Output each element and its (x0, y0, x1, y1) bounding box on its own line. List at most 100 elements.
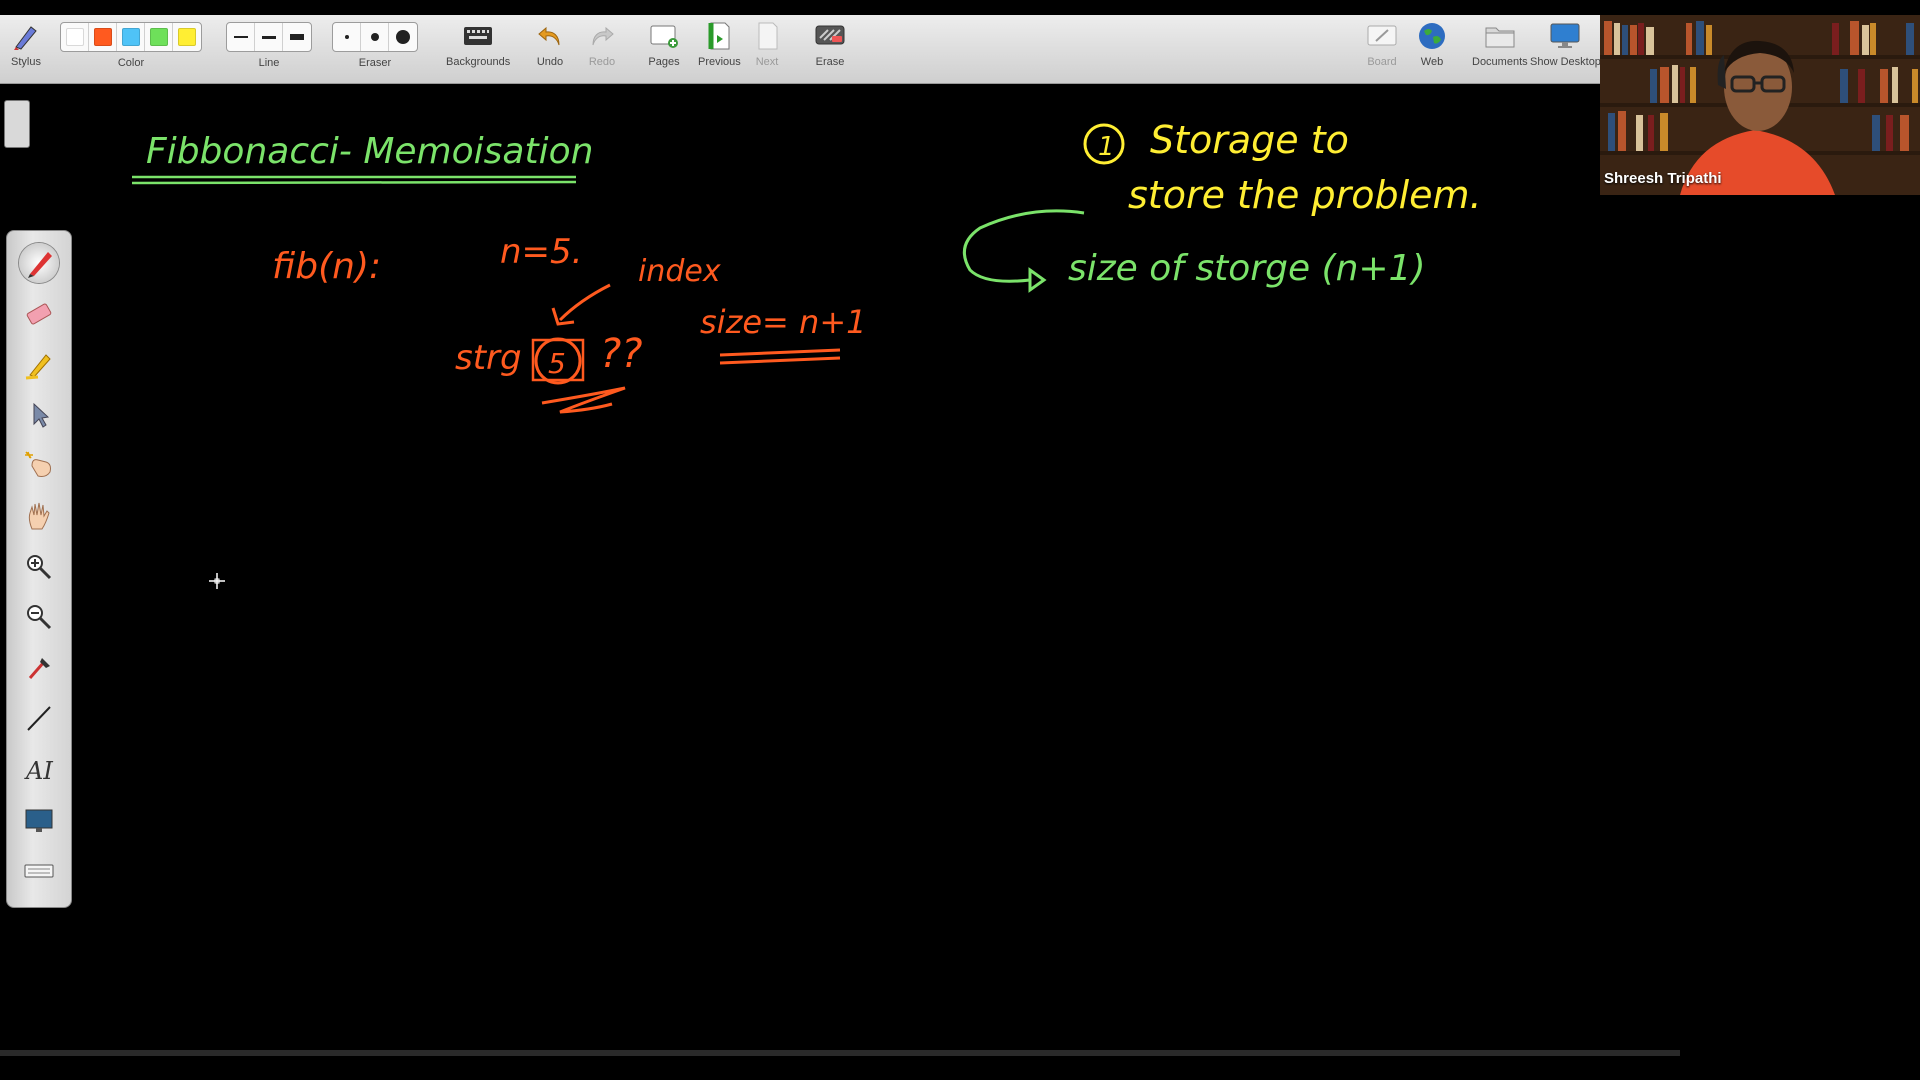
stylus-label: Stylus (11, 56, 41, 68)
zoom-in-icon (27, 555, 52, 580)
board-label: Board (1367, 56, 1397, 68)
hand-tool[interactable] (19, 496, 59, 536)
magic-hand-icon (25, 451, 51, 477)
whiteboard-canvas[interactable]: Fibbonacci- Memoisation fib(n): n=5. ind… (0, 84, 1600, 1050)
title-underline-2 (131, 180, 577, 185)
line-group: Line (226, 21, 312, 79)
show-desktop-button[interactable]: Show Desktop (1530, 21, 1601, 79)
webcam-video (1600, 15, 1920, 195)
palette-toggle-handle[interactable] (4, 100, 30, 148)
documents-label: Documents (1472, 56, 1528, 68)
board-icon (1364, 21, 1400, 51)
dropper-icon (28, 658, 50, 679)
folder-icon (1482, 21, 1518, 51)
keyboard-tool[interactable] (19, 851, 59, 891)
strg-label: strg (455, 338, 522, 378)
undo-icon (532, 21, 568, 51)
eraser-tool[interactable] (19, 293, 59, 333)
highlighter-tool[interactable] (19, 344, 59, 384)
presenter-webcam: Shreesh Tripathi (1600, 15, 1920, 195)
next-page-icon (749, 21, 785, 51)
highlighter-icon (25, 354, 51, 380)
size-underline-2 (719, 356, 841, 365)
erase-button[interactable]: Erase (812, 21, 848, 79)
previous-button[interactable]: Previous (698, 21, 741, 79)
storage-curve-arrow (962, 209, 1085, 283)
line-tool[interactable] (19, 698, 59, 738)
board-button[interactable]: Board (1364, 21, 1400, 79)
line-medium-button[interactable] (255, 23, 283, 51)
question-marks: ?? (600, 331, 642, 377)
pointer-icon (33, 402, 50, 428)
eraser-medium-button[interactable] (361, 23, 389, 51)
previous-label: Previous (698, 56, 741, 68)
color-label: Color (117, 57, 145, 69)
text-tool[interactable]: AI (19, 749, 59, 789)
pen-icon (28, 252, 52, 278)
line-thin-button[interactable] (227, 23, 255, 51)
color-green-swatch[interactable] (145, 23, 173, 51)
pen-tool[interactable] (19, 243, 59, 283)
magic-hand-tool[interactable] (19, 445, 59, 485)
redo-button[interactable]: Redo (584, 21, 620, 79)
line-thick-button[interactable] (283, 23, 311, 51)
board-title: Fibbonacci- Memoisation (146, 131, 593, 172)
color-blue-swatch[interactable] (117, 23, 145, 51)
web-button[interactable]: Web (1414, 21, 1450, 79)
stylus-tool[interactable]: Stylus (8, 21, 44, 79)
storage-line-1: Storage to (1150, 118, 1349, 162)
board-drawing: Fibbonacci- Memoisation fib(n): n=5. ind… (131, 118, 1482, 414)
erase-board-icon (812, 21, 848, 51)
board-toolbar: Stylus Color Line Eraser Backgrounds Und… (0, 15, 1601, 84)
backgrounds-button[interactable]: Backgrounds (446, 21, 510, 79)
pointer-tool[interactable] (19, 395, 59, 435)
screen-tool[interactable] (19, 801, 59, 841)
top-strip (0, 0, 1920, 15)
line-label: Line (258, 57, 280, 69)
color-white-swatch[interactable] (61, 23, 89, 51)
index-label: index (638, 254, 721, 289)
previous-page-icon (701, 21, 737, 51)
storage-arrowhead (1028, 267, 1047, 293)
eraser-label: Eraser (358, 57, 392, 69)
index-squiggle (541, 386, 626, 414)
size-of-storage: size of storge (n+1) (1068, 248, 1426, 289)
bottom-strip (0, 1056, 1920, 1080)
backgrounds-label: Backgrounds (446, 56, 511, 68)
redo-icon (584, 21, 620, 51)
stylus-icon (8, 21, 44, 51)
eraser-group: Eraser (332, 21, 418, 79)
crosshair-cursor-icon (209, 573, 225, 589)
undo-label: Undo (536, 56, 564, 68)
size-underline-1 (719, 348, 841, 357)
svg-text:AI: AI (24, 757, 53, 785)
show-desktop-label: Show Desktop (1530, 56, 1601, 68)
eraser-large-button[interactable] (389, 23, 417, 51)
step-number: 1 (1098, 132, 1115, 162)
zoom-out-tool[interactable] (19, 597, 59, 637)
color-group: Color (60, 21, 202, 79)
index-value: 5 (548, 347, 566, 380)
web-label: Web (1420, 56, 1444, 68)
documents-button[interactable]: Documents (1472, 21, 1528, 79)
undo-button[interactable]: Undo (532, 21, 568, 79)
monitor-icon (1547, 21, 1583, 51)
presenter-name: Shreesh Tripathi (1604, 170, 1722, 187)
globe-icon (1414, 21, 1450, 51)
color-yellow-swatch[interactable] (173, 23, 201, 51)
zoom-in-tool[interactable] (19, 547, 59, 587)
next-label: Next (755, 56, 779, 68)
color-orange-swatch[interactable] (89, 23, 117, 51)
dropper-tool[interactable] (19, 647, 59, 687)
text-icon: AI (24, 757, 53, 785)
next-button[interactable]: Next (749, 21, 785, 79)
line-icon (27, 706, 51, 731)
redo-label: Redo (588, 56, 616, 68)
eraser-small-button[interactable] (333, 23, 361, 51)
index-arrow (558, 283, 611, 322)
hand-icon (28, 502, 50, 530)
size-label: size= n+1 (700, 303, 866, 341)
pages-button[interactable]: Pages (646, 21, 682, 79)
pages-label: Pages (648, 56, 680, 68)
n-equals: n=5. (500, 232, 582, 272)
